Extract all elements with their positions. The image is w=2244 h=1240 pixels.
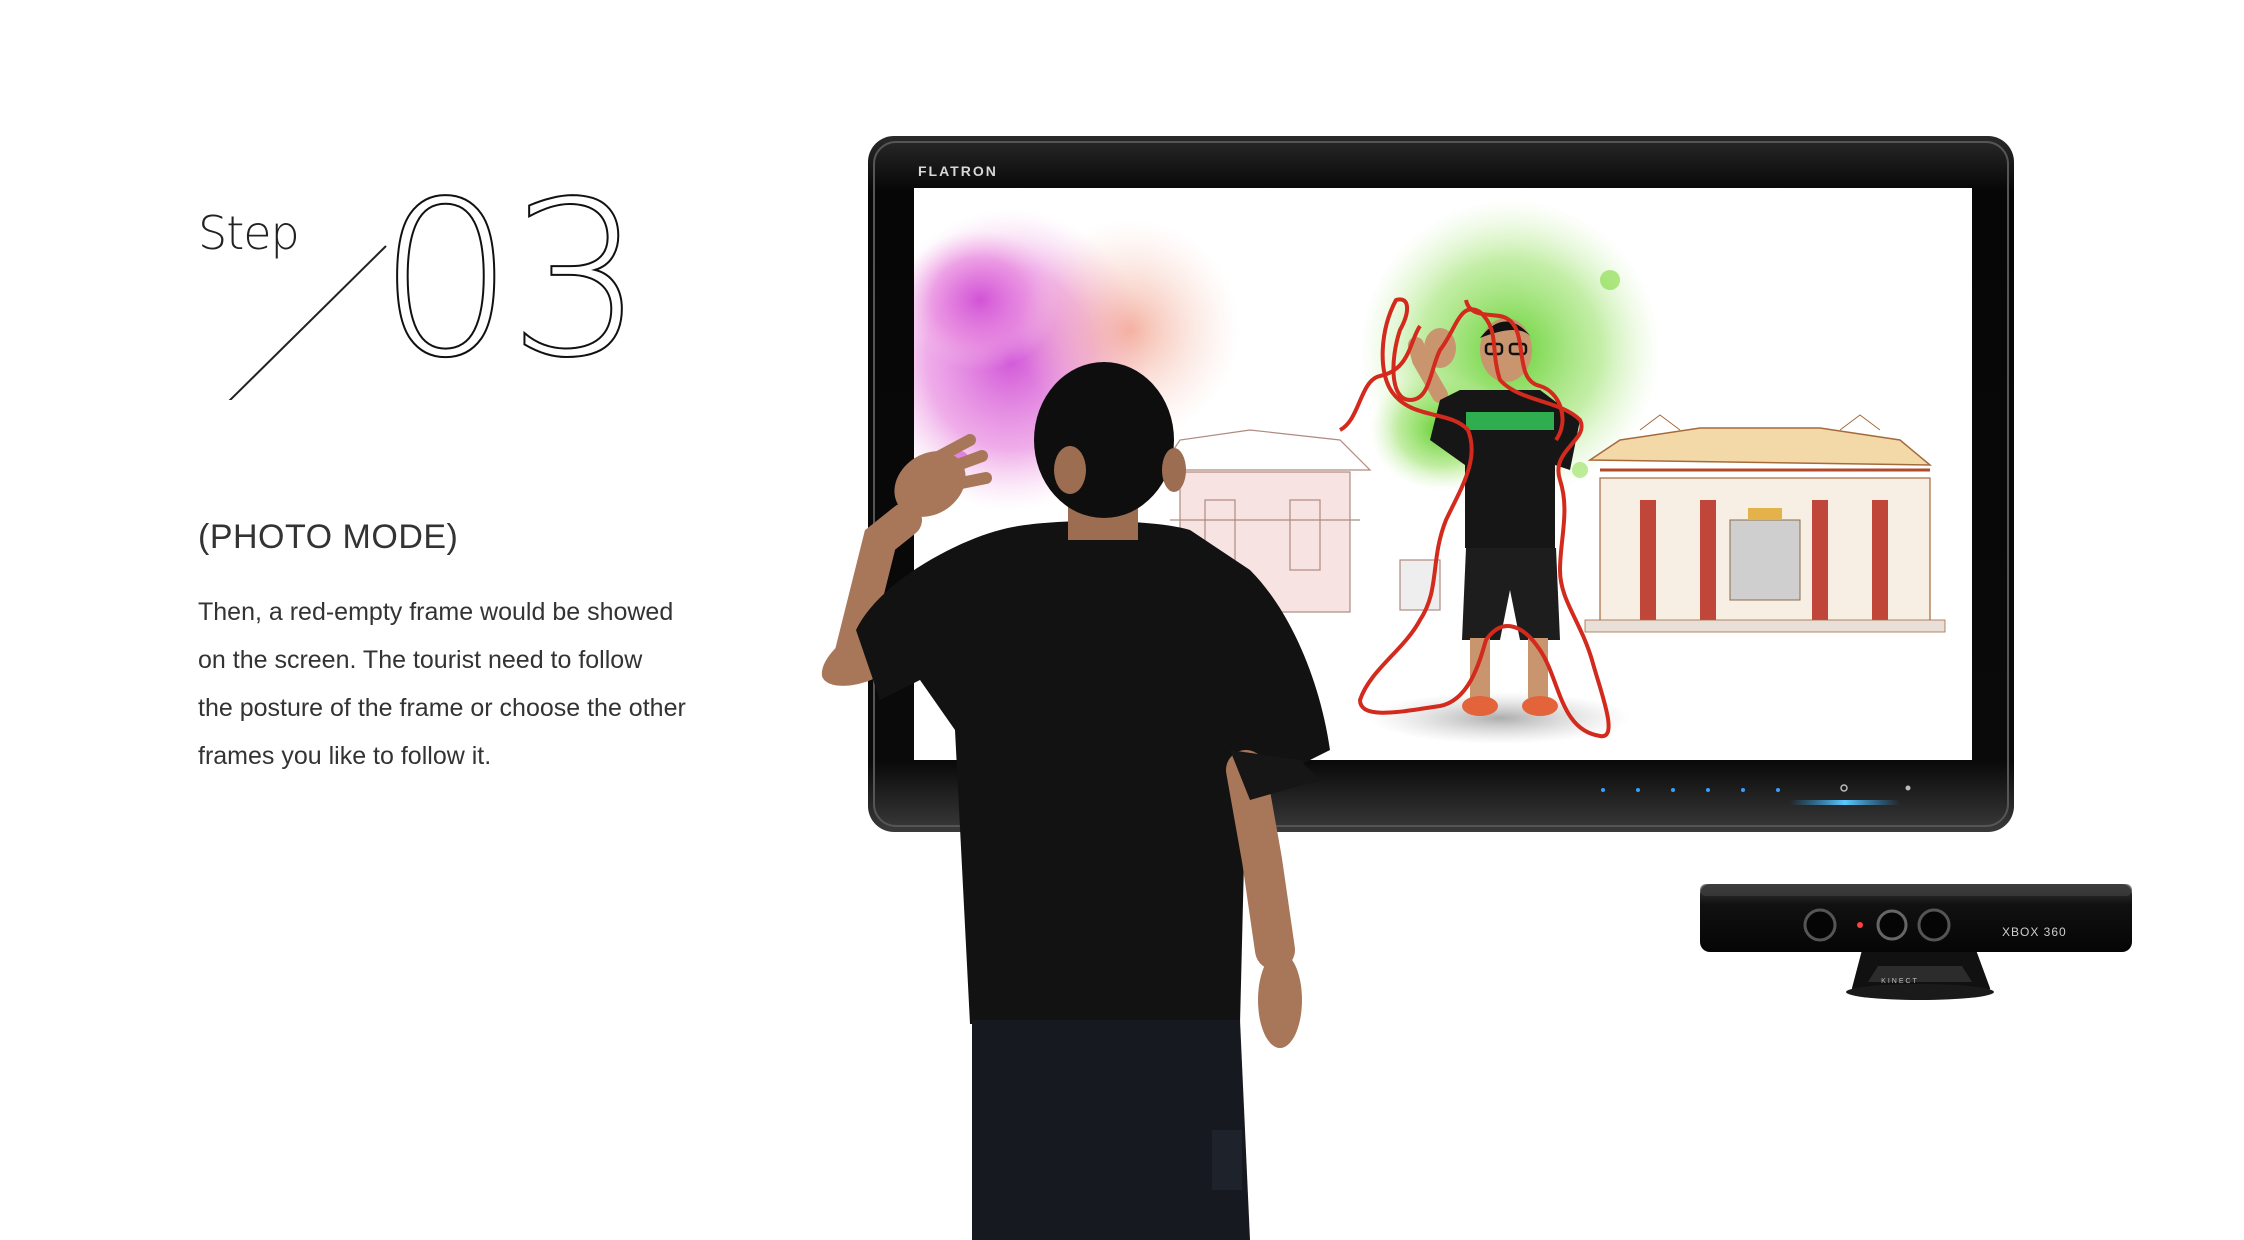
kinect-sub-brand: KINECT (1881, 978, 1919, 985)
monitor-brand: FLATRON (918, 163, 998, 179)
kinect-photo-mode-illustration: FLATRON XBOX 360 KINECT (821, 136, 2132, 1240)
kinect-depth-sensor (1917, 908, 1951, 942)
kinect-rgb-camera (1876, 909, 1908, 941)
kinect-ir-lens (1803, 908, 1837, 942)
right-temple-sketch (1584, 414, 1946, 633)
onscreen-shoe-right (1522, 696, 1558, 716)
kinect-brand: XBOX 360 (2002, 925, 2067, 939)
foreground-pants (972, 1020, 1250, 1240)
foreground-left-hand (1258, 952, 1302, 1048)
monitor-glow-strip (1790, 800, 1900, 805)
onscreen-shirt-stripe (1466, 412, 1554, 430)
foreground-head (1034, 362, 1174, 518)
kinect-sensor: XBOX 360 KINECT (1700, 884, 2132, 1000)
onscreen-shoe-left (1462, 696, 1498, 716)
